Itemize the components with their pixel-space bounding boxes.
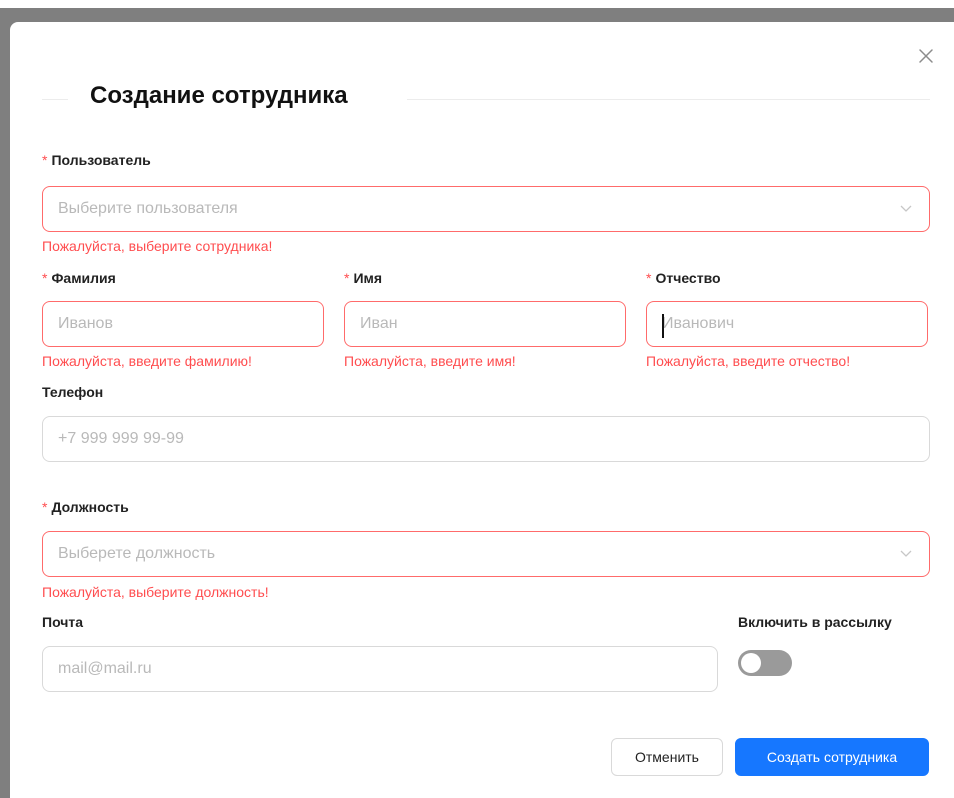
title-divider-left: [42, 99, 68, 100]
last-name-input[interactable]: [42, 301, 324, 347]
newsletter-label: Включить в рассылку: [738, 614, 892, 630]
chevron-down-icon: [898, 546, 914, 562]
phone-input[interactable]: [42, 416, 930, 462]
user-select-placeholder: Выберите пользователя: [58, 200, 238, 217]
email-label: Почта: [42, 614, 84, 630]
email-input[interactable]: [42, 646, 718, 692]
top-strip: [0, 0, 954, 8]
position-select-placeholder: Выберете должность: [58, 545, 216, 562]
first-name-error: Пожалуйста, введите имя!: [344, 353, 516, 369]
position-error: Пожалуйста, выберите должность!: [42, 584, 269, 600]
user-error: Пожалуйста, выберите сотрудника!: [42, 238, 273, 254]
dialog-title: Создание сотрудника: [90, 82, 348, 109]
close-icon[interactable]: [916, 46, 936, 66]
text-caret: [662, 314, 664, 338]
toggle-knob: [741, 653, 761, 673]
middle-name-input[interactable]: [646, 301, 928, 347]
position-label: * Должность: [42, 499, 129, 515]
first-name-input[interactable]: [344, 301, 626, 347]
title-divider-right: [407, 99, 930, 100]
user-select[interactable]: Выберите пользователя: [42, 186, 930, 232]
create-employee-button[interactable]: Создать сотрудника: [735, 738, 929, 776]
newsletter-toggle[interactable]: [738, 650, 792, 676]
last-name-label: * Фамилия: [42, 270, 116, 286]
position-select[interactable]: Выберете должность: [42, 531, 930, 577]
middle-name-error: Пожалуйста, введите отчество!: [646, 353, 851, 369]
last-name-error: Пожалуйста, введите фамилию!: [42, 353, 252, 369]
dialog-title-row: Создание сотрудника: [42, 80, 930, 120]
user-label: * Пользователь: [42, 152, 151, 168]
first-name-label: * Имя: [344, 270, 383, 286]
phone-label: Телефон: [42, 384, 104, 400]
middle-name-label: * Отчество: [646, 270, 721, 286]
chevron-down-icon: [898, 201, 914, 217]
cancel-button[interactable]: Отменить: [611, 738, 723, 776]
required-mark: *: [42, 152, 48, 168]
